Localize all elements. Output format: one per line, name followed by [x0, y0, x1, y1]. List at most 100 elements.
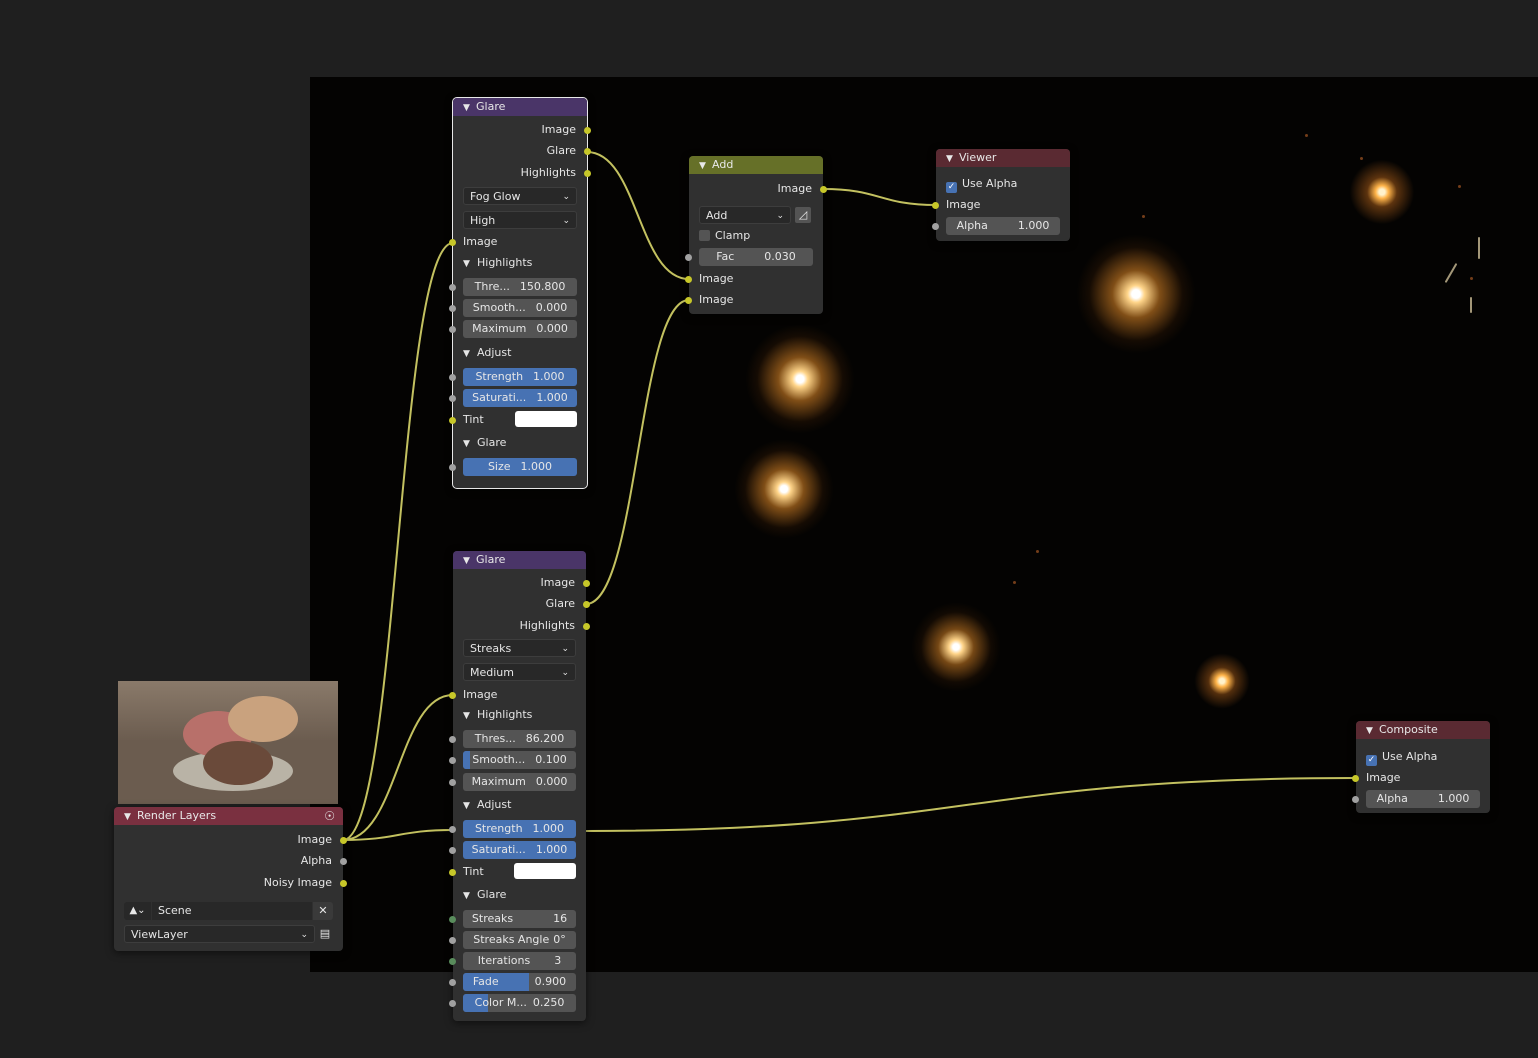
- render-layers-node[interactable]: ▼ Render Layers ☉ Image Alpha Noisy Image …: [114, 807, 347, 951]
- input-socket[interactable]: [449, 395, 456, 402]
- fac-field[interactable]: Fac 0.030: [699, 248, 813, 266]
- view-layer-dropdown[interactable]: ViewLayer ⌄: [124, 925, 315, 943]
- input-socket[interactable]: [449, 417, 456, 424]
- input-socket[interactable]: [449, 847, 456, 854]
- render-layer-icon[interactable]: ▤: [317, 925, 333, 943]
- collapse-chevron-icon[interactable]: ▼: [699, 157, 712, 175]
- input-socket[interactable]: [449, 284, 456, 291]
- alpha-field[interactable]: Alpha 1.000: [1366, 790, 1480, 808]
- quality-dropdown[interactable]: Medium ⌄: [463, 663, 576, 681]
- strength-field[interactable]: Strength 1.000: [463, 368, 577, 386]
- panel-adjust[interactable]: ▼ Adjust: [463, 796, 576, 814]
- size-field[interactable]: Size 1.000: [463, 458, 577, 476]
- maximum-field[interactable]: Maximum 0.000: [463, 773, 576, 791]
- panel-highlights[interactable]: ▼ Highlights: [463, 254, 577, 272]
- threshold-field[interactable]: Thre... 150.800: [463, 278, 577, 296]
- input-socket[interactable]: [685, 297, 692, 304]
- input-socket[interactable]: [685, 254, 692, 261]
- panel-adjust[interactable]: ▼ Adjust: [463, 344, 577, 362]
- streaks-field[interactable]: Streaks 16: [463, 910, 576, 928]
- input-socket[interactable]: [449, 239, 456, 246]
- threshold-field[interactable]: Thres... 86.200: [463, 730, 576, 748]
- panel-glare[interactable]: ▼ Glare: [463, 886, 576, 904]
- input-socket[interactable]: [449, 692, 456, 699]
- collapse-chevron-icon[interactable]: ▼: [1366, 722, 1379, 740]
- eye-icon[interactable]: ☉: [324, 807, 335, 825]
- add-node-header[interactable]: ▼ Add: [689, 156, 823, 174]
- streaks-angle-field[interactable]: Streaks Angle 0°: [463, 931, 576, 949]
- smoothness-field[interactable]: Smooth... 0.100: [463, 751, 576, 769]
- input-socket[interactable]: [449, 937, 456, 944]
- use-alpha-toggle-icon[interactable]: ◿: [795, 207, 811, 223]
- blend-type-dropdown[interactable]: Add ⌄: [699, 206, 791, 224]
- composite-node[interactable]: ▼ Composite ✓ Use Alpha Image Alpha 1.000: [1352, 721, 1490, 813]
- output-socket[interactable]: [584, 170, 591, 177]
- use-alpha-checkbox[interactable]: ✓ Use Alpha: [1356, 747, 1490, 767]
- color-modulation-field[interactable]: Color M... 0.250: [463, 994, 576, 1012]
- quality-dropdown[interactable]: High ⌄: [463, 211, 577, 229]
- input-socket[interactable]: [932, 202, 939, 209]
- input-socket[interactable]: [449, 826, 456, 833]
- input-socket[interactable]: [685, 276, 692, 283]
- collapse-chevron-icon[interactable]: ▼: [946, 150, 959, 168]
- output-socket[interactable]: [584, 148, 591, 155]
- input-socket[interactable]: [449, 464, 456, 471]
- input-socket[interactable]: [1352, 796, 1359, 803]
- output-socket[interactable]: [583, 580, 590, 587]
- input-socket[interactable]: [449, 1000, 456, 1007]
- collapse-chevron-icon[interactable]: ▼: [124, 808, 137, 826]
- tint-color-swatch[interactable]: [514, 863, 576, 879]
- tint-color-swatch[interactable]: [515, 411, 577, 427]
- glare-type-dropdown[interactable]: Streaks ⌄: [463, 639, 576, 657]
- input-socket[interactable]: [449, 305, 456, 312]
- glare-node-fog-glow[interactable]: ▼ Glare Image Glare Highlights Fog Glow ⌄ …: [449, 97, 591, 489]
- input-socket[interactable]: [1352, 775, 1359, 782]
- smoothness-field[interactable]: Smooth... 0.000: [463, 299, 577, 317]
- glare-node-header[interactable]: ▼ Glare: [453, 98, 587, 116]
- collapse-chevron-icon[interactable]: ▼: [463, 552, 476, 570]
- output-socket[interactable]: [583, 601, 590, 608]
- collapse-chevron-icon[interactable]: ▼: [463, 99, 476, 117]
- saturation-field[interactable]: Saturati... 1.000: [463, 841, 576, 859]
- saturation-field[interactable]: Saturati... 1.000: [463, 389, 577, 407]
- panel-highlights[interactable]: ▼ Highlights: [463, 706, 576, 724]
- fade-field[interactable]: Fade 0.900: [463, 973, 576, 991]
- input-socket[interactable]: [449, 916, 456, 923]
- alpha-field[interactable]: Alpha 1.000: [946, 217, 1060, 235]
- panel-glare[interactable]: ▼ Glare: [463, 434, 577, 452]
- render-layers-header[interactable]: ▼ Render Layers ☉: [114, 807, 343, 825]
- output-socket[interactable]: [584, 127, 591, 134]
- composite-node-header[interactable]: ▼ Composite: [1356, 721, 1490, 739]
- iterations-field[interactable]: Iterations 3: [463, 952, 576, 970]
- input-socket[interactable]: [449, 736, 456, 743]
- glare-node-header[interactable]: ▼ Glare: [453, 551, 586, 569]
- checkbox-icon[interactable]: [699, 230, 710, 241]
- scene-icon[interactable]: ▲⌄: [124, 902, 151, 920]
- viewer-node-header[interactable]: ▼ Viewer: [936, 149, 1070, 167]
- input-socket[interactable]: [449, 326, 456, 333]
- output-socket[interactable]: [583, 623, 590, 630]
- output-socket[interactable]: [340, 858, 347, 865]
- input-socket[interactable]: [932, 223, 939, 230]
- input-socket[interactable]: [449, 958, 456, 965]
- output-socket[interactable]: [340, 880, 347, 887]
- use-alpha-checkbox[interactable]: ✓ Use Alpha: [936, 174, 1070, 194]
- clamp-checkbox[interactable]: Clamp: [689, 226, 823, 246]
- checkmark-icon[interactable]: ✓: [946, 182, 957, 193]
- scene-field[interactable]: Scene: [152, 902, 312, 920]
- glare-type-dropdown[interactable]: Fog Glow ⌄: [463, 187, 577, 205]
- checkmark-icon[interactable]: ✓: [1366, 755, 1377, 766]
- input-socket[interactable]: [449, 779, 456, 786]
- output-socket[interactable]: [340, 837, 347, 844]
- input-socket[interactable]: [449, 757, 456, 764]
- close-icon[interactable]: ✕: [313, 902, 333, 920]
- strength-field[interactable]: Strength 1.000: [463, 820, 576, 838]
- mix-add-node[interactable]: ▼ Add Image Add ⌄ ◿ Clamp Fac 0.030 Image I…: [685, 156, 827, 314]
- maximum-field[interactable]: Maximum 0.000: [463, 320, 577, 338]
- viewer-node[interactable]: ▼ Viewer ✓ Use Alpha Image Alpha 1.000: [932, 149, 1070, 241]
- output-socket[interactable]: [820, 186, 827, 193]
- glare-node-streaks[interactable]: ▼ Glare Image Glare Highlights Streaks ⌄ M…: [449, 551, 590, 1021]
- input-socket[interactable]: [449, 869, 456, 876]
- input-socket[interactable]: [449, 979, 456, 986]
- input-socket[interactable]: [449, 374, 456, 381]
